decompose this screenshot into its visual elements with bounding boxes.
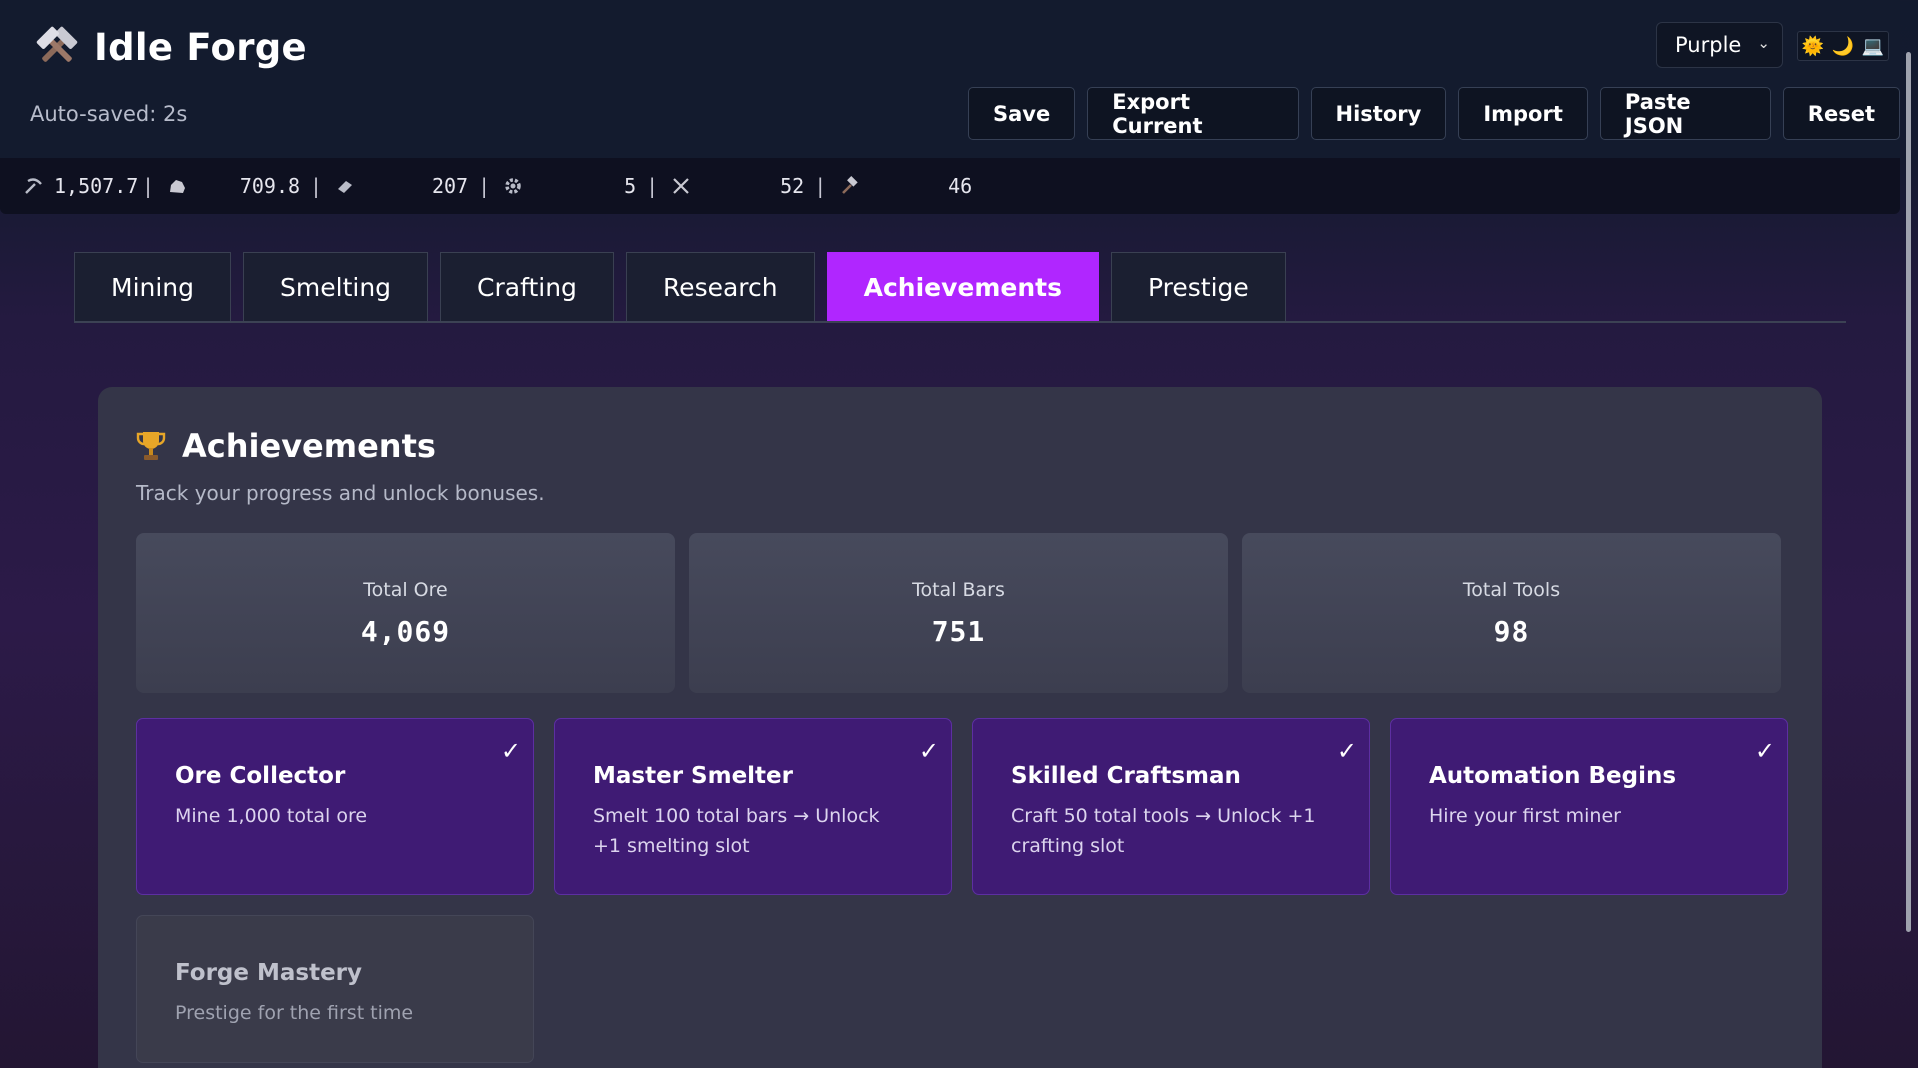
- resource-bar: 1,507.7 | 709.8 | 207 | 5 | 52 | 46: [0, 158, 1900, 214]
- stat-card: Total Ore 4,069: [136, 533, 675, 693]
- resource-separator: |: [646, 174, 659, 198]
- light-mode-icon[interactable]: 🌞: [1799, 33, 1827, 59]
- stat-label: Total Ore: [363, 578, 448, 601]
- resource-separator: |: [814, 174, 827, 198]
- achievement-card: Ore Collector Mine 1,000 total ore ✓: [136, 718, 534, 895]
- tab-prestige[interactable]: Prestige: [1111, 252, 1286, 322]
- resource-separator: |: [478, 174, 491, 198]
- achievement-card: Forge Mastery Prestige for the first time: [136, 915, 534, 1063]
- bar-icon: [332, 173, 358, 199]
- theme-select-value: Purple: [1675, 33, 1742, 57]
- stat-label: Total Bars: [912, 578, 1005, 601]
- resource-separator: |: [310, 174, 323, 198]
- reset-button[interactable]: Reset: [1782, 87, 1900, 140]
- save-actions: Save Export Current History Import Paste JSO…: [968, 87, 1900, 140]
- theme-mode-group: 🌞 🌙 💻: [1797, 31, 1889, 61]
- resource-value: 46: [948, 174, 973, 198]
- achievement-name: Master Smelter: [593, 763, 793, 789]
- stat-value: 751: [931, 614, 986, 648]
- tab-mining[interactable]: Mining: [74, 252, 232, 322]
- checkmark-icon: ✓: [1336, 737, 1357, 765]
- achievement-grid: Ore Collector Mine 1,000 total ore ✓ Master…: [136, 718, 1788, 1063]
- pickaxe-icon: [20, 173, 46, 199]
- trophy-icon: [136, 432, 166, 460]
- resource-value: 709.8: [239, 174, 301, 198]
- resource-item: 709.8: [164, 173, 300, 199]
- tab-crafting[interactable]: Crafting: [440, 252, 614, 322]
- achievement-card: Skilled Craftsman Craft 50 total tools → …: [972, 718, 1370, 895]
- achievement-name: Automation Begins: [1429, 763, 1677, 789]
- achievements-panel: Achievements Track your progress and unl…: [98, 387, 1822, 1068]
- achievement-name: Skilled Craftsman: [1011, 763, 1241, 789]
- brand: Idle Forge: [34, 24, 307, 70]
- resource-item: 5: [500, 173, 636, 199]
- chevron-down-icon: ⌄: [1757, 34, 1770, 52]
- import-button[interactable]: Import: [1458, 87, 1588, 140]
- achievement-description: Mine 1,000 total ore: [175, 805, 368, 827]
- autosave-status: Auto-saved: 2s: [30, 102, 188, 126]
- paste-json-button[interactable]: Paste JSON: [1599, 87, 1771, 140]
- checkmark-icon: ✓: [1754, 737, 1775, 765]
- stat-value: 4,069: [360, 614, 451, 648]
- resource-value: 207: [431, 174, 469, 198]
- resource-value: 1,507.7: [54, 174, 139, 198]
- theme-select[interactable]: Purple ⌄: [1656, 22, 1783, 68]
- achievement-card: Master Smelter Smelt 100 total bars → Unl…: [554, 718, 952, 895]
- crossed-swords-icon: [668, 173, 694, 199]
- panel-subtitle: Track your progress and unlock bonuses.: [136, 481, 545, 505]
- stat-card: Total Tools 98: [1242, 533, 1781, 693]
- page-scrollbar[interactable]: [1906, 52, 1911, 932]
- achievement-card: Automation Begins Hire your first miner ✓: [1390, 718, 1788, 895]
- resource-item: 1,507.7: [20, 173, 139, 199]
- resource-value: 5: [624, 174, 637, 198]
- tab-divider: [74, 321, 1846, 323]
- app-title: Idle Forge: [94, 25, 307, 69]
- history-button[interactable]: History: [1310, 87, 1447, 140]
- achievement-name: Ore Collector: [175, 763, 346, 789]
- tab-bar: Mining Smelting Crafting Research Achievemen…: [74, 252, 1286, 322]
- achievement-description: Hire your first miner: [1429, 805, 1621, 827]
- tab-research[interactable]: Research: [625, 252, 815, 322]
- system-mode-icon[interactable]: 💻: [1859, 33, 1887, 59]
- resource-value: 52: [780, 174, 805, 198]
- tab-achievements[interactable]: Achievements: [826, 252, 1100, 322]
- resource-item: 46: [836, 173, 972, 199]
- panel-header: Achievements: [136, 427, 436, 465]
- crossed-hammers-icon: [36, 26, 78, 62]
- achievement-description: Craft 50 total tools → Unlock +1 craftin…: [1011, 805, 1316, 857]
- app-header: Idle Forge Auto-saved: 2s Purple ⌄ 🌞 🌙 💻 S…: [0, 0, 1900, 158]
- stat-card: Total Bars 751: [689, 533, 1228, 693]
- stat-value: 98: [1493, 614, 1530, 648]
- stats-row: Total Ore 4,069 Total Bars 751 Total Tools 98: [136, 533, 1781, 693]
- tab-smelting[interactable]: Smelting: [243, 252, 429, 322]
- save-button[interactable]: Save: [968, 87, 1076, 140]
- gear-icon: [500, 173, 526, 199]
- checkmark-icon: ✓: [500, 737, 521, 765]
- hammer-icon: [836, 173, 862, 199]
- checkmark-icon: ✓: [918, 737, 939, 765]
- resource-item: 52: [668, 173, 804, 199]
- resource-item: 207: [332, 173, 468, 199]
- dark-mode-icon[interactable]: 🌙: [1829, 33, 1857, 59]
- ore-rock-icon: [164, 173, 190, 199]
- export-current-button[interactable]: Export Current: [1087, 87, 1299, 140]
- panel-title: Achievements: [182, 427, 436, 465]
- achievement-name: Forge Mastery: [175, 960, 363, 986]
- achievement-description: Smelt 100 total bars → Unlock +1 smeltin…: [593, 805, 880, 857]
- resource-separator: |: [142, 174, 155, 198]
- achievement-description: Prestige for the first time: [175, 1002, 414, 1024]
- stat-label: Total Tools: [1462, 578, 1561, 601]
